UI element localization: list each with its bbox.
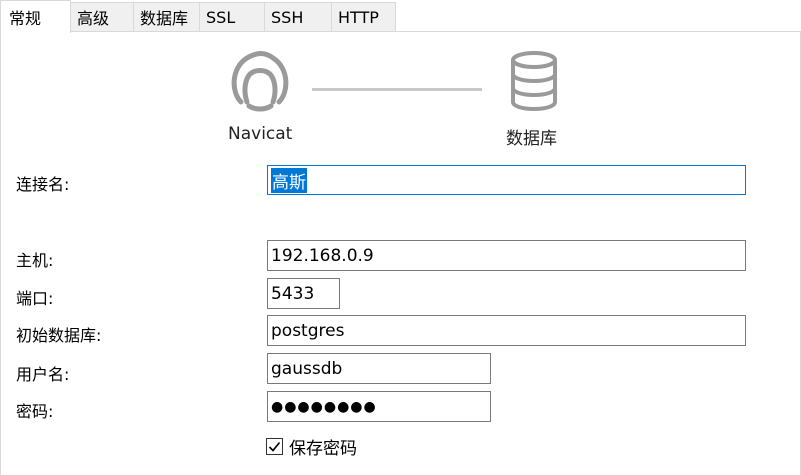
save-password-checkbox[interactable] (266, 438, 283, 455)
host-value: 192.168.0.9 (271, 245, 374, 266)
panel-border-left (0, 31, 1, 475)
connection-line (312, 88, 482, 91)
tab-advanced[interactable]: 高级 (70, 2, 134, 31)
tab-database[interactable]: 数据库 (133, 2, 200, 31)
tab-ssl[interactable]: SSL (199, 2, 265, 31)
navicat-label: Navicat (228, 124, 293, 144)
tab-bar: 常规 高级 数据库 SSL SSH HTTP (0, 0, 801, 33)
checkmark-icon (268, 441, 281, 452)
tab-http[interactable]: HTTP (331, 2, 396, 31)
tab-general-label: 常规 (9, 9, 42, 28)
navicat-logo-icon (227, 50, 293, 112)
tab-http-label: HTTP (338, 7, 379, 27)
tab-database-label: 数据库 (140, 9, 189, 28)
username-label: 用户名: (16, 365, 70, 384)
connection-name-input[interactable]: 高斯 (267, 165, 746, 195)
port-label: 端口: (16, 289, 54, 308)
initial-database-label: 初始数据库: (16, 326, 102, 345)
password-label: 密码: (16, 402, 54, 421)
port-value: 5433 (271, 283, 315, 304)
database-label: 数据库 (506, 129, 557, 149)
username-input[interactable]: gaussdb (267, 353, 491, 384)
connection-name-value: 高斯 (271, 167, 307, 193)
save-password-label[interactable]: 保存密码 (289, 434, 357, 459)
username-value: gaussdb (271, 358, 343, 379)
tab-ssl-label: SSL (206, 7, 236, 27)
initial-database-value: postgres (271, 320, 345, 341)
save-password-row: 保存密码 (266, 434, 357, 459)
database-icon (510, 50, 558, 112)
connection-name-label: 连接名: (16, 175, 70, 194)
initial-database-input[interactable]: postgres (267, 315, 746, 346)
tab-ssh-label: SSH (271, 7, 304, 27)
host-label: 主机: (16, 251, 54, 270)
tab-advanced-label: 高级 (77, 9, 110, 28)
password-value: ●●●●●●●● (271, 398, 377, 415)
tab-general[interactable]: 常规 (0, 0, 71, 33)
port-input[interactable]: 5433 (267, 278, 340, 309)
password-input[interactable]: ●●●●●●●● (267, 391, 491, 422)
tab-ssh[interactable]: SSH (264, 2, 332, 31)
host-input[interactable]: 192.168.0.9 (267, 240, 746, 271)
